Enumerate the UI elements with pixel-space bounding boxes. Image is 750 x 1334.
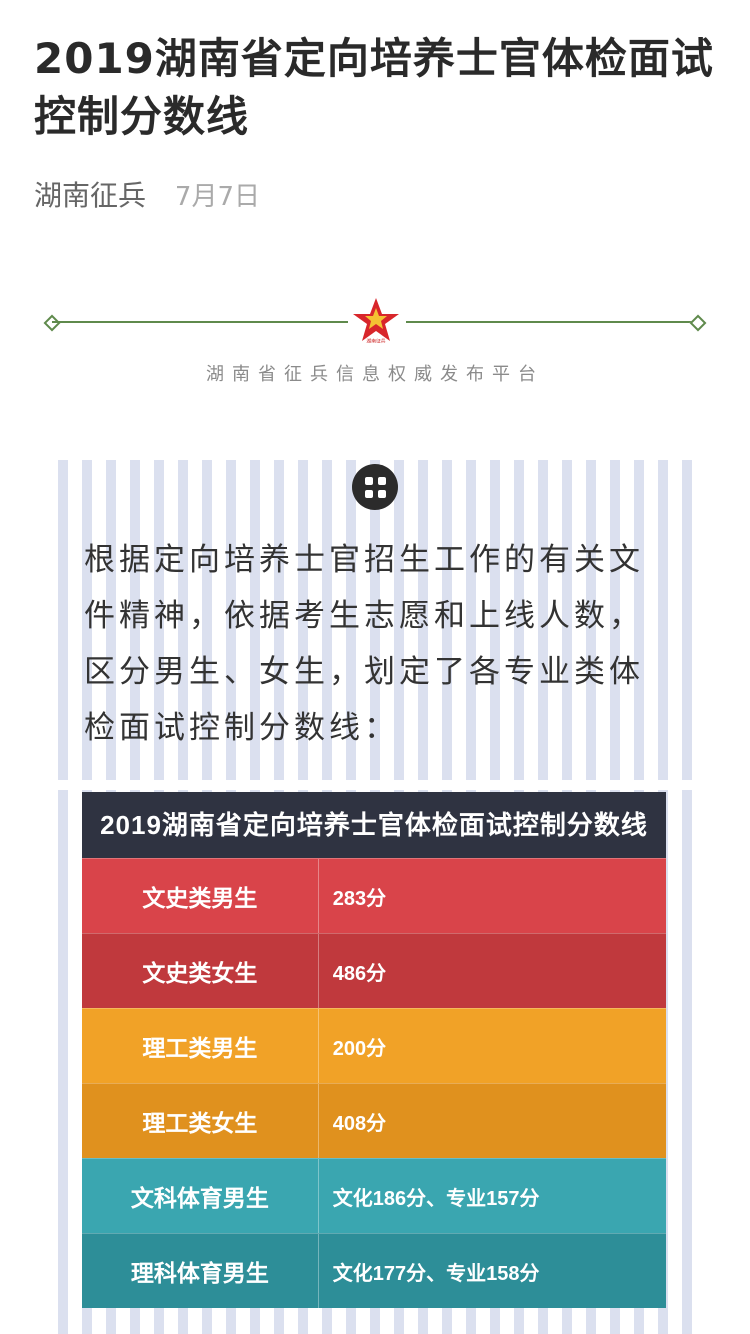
score-table: 2019湖南省定向培养士官体检面试控制分数线 文史类男生 283分文史类女生 486… <box>82 792 666 1308</box>
table-row: 文史类男生 283分 <box>82 858 666 933</box>
category-label: 理科体育男生 <box>82 1234 319 1308</box>
divider-diamond-left <box>43 314 61 332</box>
menu-grid-icon[interactable] <box>352 464 398 510</box>
table-header: 2019湖南省定向培养士官体检面试控制分数线 <box>82 792 666 858</box>
category-label: 文史类女生 <box>82 934 319 1008</box>
score-value: 408分 <box>332 1112 387 1135</box>
divider-line-right <box>406 321 698 323</box>
category-label: 理工类女生 <box>82 1084 319 1158</box>
table-row: 文科体育男生 文化186分、专业157分 <box>82 1158 666 1233</box>
article-title: 2019湖南省定向培养士官体检面试控制分数线 <box>34 34 714 141</box>
score-value: 200分 <box>332 1037 387 1060</box>
publish-date: 7月7日 <box>174 182 261 212</box>
table-body: 文史类男生 283分文史类女生 486分理工类男生 200分理工类女生 408分文科体育… <box>82 858 666 1308</box>
banner-tagline: 湖南省征兵信息权威发布平台 <box>206 364 544 385</box>
category-label: 文科体育男生 <box>82 1159 319 1233</box>
category-label: 理工类男生 <box>82 1009 319 1083</box>
intro-paragraph: 根据定向培养士官招生工作的有关文件精神，依据考生志愿和上线人数，区分男生、女生，… <box>84 542 644 746</box>
divider-line-left <box>52 321 348 323</box>
score-value: 文化186分、专业157分 <box>332 1187 540 1210</box>
account-name-link[interactable]: 湖南征兵 <box>34 179 146 212</box>
table-row: 理工类女生 408分 <box>82 1083 666 1158</box>
logo-caption: 湖南征兵 <box>366 338 386 345</box>
score-value: 486分 <box>332 962 387 985</box>
article-meta: 湖南征兵 7月7日 <box>34 176 260 217</box>
table-row: 理工类男生 200分 <box>82 1008 666 1083</box>
category-label: 文史类男生 <box>82 859 319 933</box>
table-row: 文史类女生 486分 <box>82 933 666 1008</box>
score-value: 文化177分、专业158分 <box>332 1262 540 1285</box>
divider-diamond-right <box>689 314 707 332</box>
panel-separator <box>44 780 706 790</box>
score-value: 283分 <box>332 887 387 910</box>
table-row: 理科体育男生 文化177分、专业158分 <box>82 1233 666 1308</box>
